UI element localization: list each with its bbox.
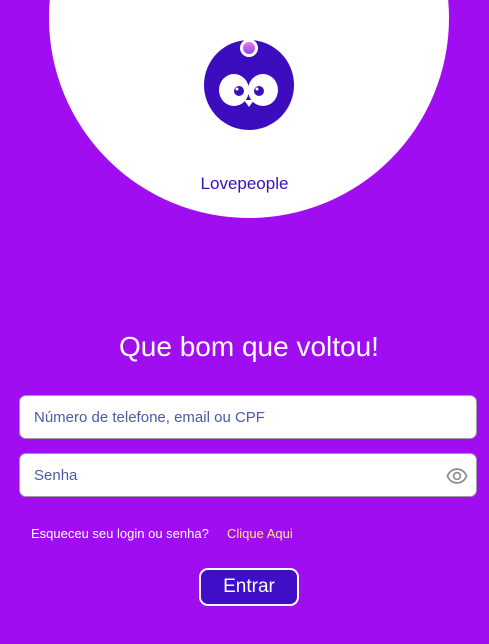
forgot-link[interactable]: Clique Aqui [227,526,293,541]
password-input[interactable] [34,454,434,496]
submit-button[interactable]: Entrar [199,568,299,606]
forgot-text: Esqueceu seu login ou senha? [31,526,209,541]
eye-icon[interactable] [446,465,468,487]
identifier-input[interactable] [34,396,434,438]
brand-name: Lovepeople [200,174,289,193]
owl-logo-icon [204,40,294,130]
identifier-field[interactable] [19,395,477,439]
password-field[interactable] [19,453,477,497]
welcome-heading: Que bom que voltou! [119,331,379,362]
